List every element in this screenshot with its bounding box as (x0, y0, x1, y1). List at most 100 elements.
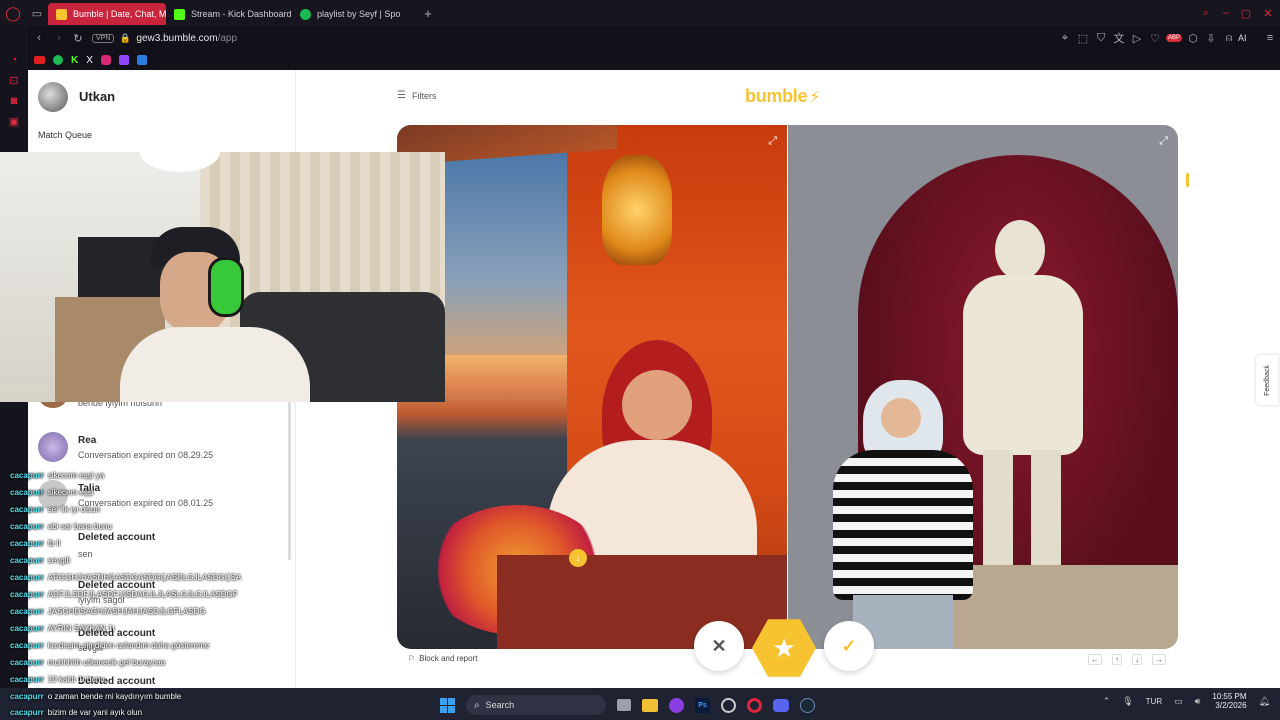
photoshop-icon[interactable]: Ps (695, 697, 710, 713)
volume-icon[interactable]: 🔊︎ (1195, 696, 1201, 707)
tab-bumble[interactable]: Bumble | Date, Chat, Meet (48, 3, 166, 25)
chat-message: cacapurr bizim de var yani ayık olun (10, 708, 143, 717)
down-arrow-key[interactable]: ↓ (1132, 654, 1142, 665)
close-window-icon[interactable]: ✕ (1256, 7, 1280, 20)
minimize-icon[interactable]: – (1216, 7, 1236, 19)
photo-scroll-indicator[interactable] (1186, 173, 1189, 187)
tab-spotify[interactable]: playlist by Seyf | Spo (292, 3, 418, 25)
play-icon[interactable]: ▷ (1128, 32, 1146, 45)
tab-label: playlist by Seyf | Spo (317, 9, 401, 19)
messenger-icon[interactable]: ◙ (11, 95, 18, 107)
like-button[interactable]: ✓ (824, 621, 874, 671)
download-icon[interactable]: ⇩ (1202, 32, 1220, 45)
expand-icon[interactable]: ⤢ (768, 135, 777, 148)
vpn-badge[interactable]: VPN (92, 33, 115, 43)
table (497, 555, 787, 649)
instagram-bookmark-icon[interactable] (100, 55, 111, 65)
pass-button[interactable]: ✕ (694, 621, 744, 671)
feedback-tab[interactable]: Feedback (1256, 355, 1278, 405)
conversation-item[interactable]: Deleted account sen (38, 532, 288, 559)
extensions-icon[interactable]: ⬡ (1184, 32, 1202, 45)
profile-photo-right[interactable]: ⤢ (788, 125, 1178, 649)
right-arrow-key[interactable]: → (1152, 654, 1166, 665)
task-view-icon[interactable] (617, 699, 631, 711)
pin-icon[interactable]: ⌖ (1056, 32, 1074, 45)
file-explorer-icon[interactable] (642, 698, 658, 712)
block-report-link[interactable]: ⚐ Block and report (408, 654, 477, 663)
menu-icon[interactable]: ≡ (1260, 32, 1280, 44)
mail-icon[interactable] (136, 55, 147, 65)
shield-icon[interactable]: ⛉ (1092, 32, 1110, 45)
network-icon[interactable]: ▭ (1174, 696, 1183, 707)
up-arrow-key[interactable]: ↑ (1112, 654, 1122, 665)
left-arrow-key[interactable]: ← (1088, 654, 1102, 665)
chat-message: cacapurr o zaman bende mi kaydırıyım bumb… (10, 692, 182, 701)
steam-icon[interactable] (800, 697, 815, 713)
reload-icon[interactable]: ↻ (68, 32, 88, 45)
match-queue-label: Match Queue (38, 130, 93, 140)
bumble-favicon-icon (56, 8, 67, 20)
obs-icon[interactable] (669, 697, 684, 713)
conversation-item[interactable]: Rea Conversation expired on 08.29.25 (38, 432, 288, 462)
tab-kick[interactable]: Stream - Kick Dashboard (166, 3, 292, 25)
profile-card[interactable]: ⤢ ↓ ⤢ (397, 125, 1178, 649)
bumble-logo[interactable]: bumble ⚡︎ (745, 86, 820, 107)
filters-button[interactable]: ☰ Filters (397, 90, 436, 101)
x-icon[interactable]: X (86, 55, 93, 66)
settings-app-icon[interactable] (721, 697, 736, 713)
chat-message: cacapurr sikecem eşşi ya (10, 471, 105, 480)
adblock-icon[interactable]: ABP (1164, 34, 1184, 42)
maximize-icon[interactable]: ▢ (1236, 7, 1256, 20)
chat-message: cacapurr ser ilk iyi olsun (10, 505, 100, 514)
spotify-favicon-icon (300, 8, 311, 20)
statue (953, 220, 1093, 580)
language-indicator[interactable]: TUR (1146, 697, 1162, 706)
windows-start-icon[interactable] (440, 697, 455, 713)
url-host[interactable]: gew3.bumble.com (136, 33, 217, 44)
tab-label: Bumble | Date, Chat, Meet (73, 9, 166, 19)
aria-icon[interactable]: ◔ (11, 54, 18, 66)
instagram-icon[interactable]: ▣ (9, 115, 19, 128)
chat-message: cacapurr 10 kaldı 1t bunu (10, 675, 105, 684)
lock-icon[interactable]: ⊡ (9, 74, 18, 87)
bolt-icon: ⚡︎ (809, 88, 821, 106)
opera-logo-icon[interactable]: ◯ (0, 5, 26, 22)
tab-menu-icon[interactable]: ▭ (26, 7, 48, 20)
discord-icon[interactable] (773, 698, 789, 712)
expand-icon[interactable]: ⤢ (1159, 135, 1168, 148)
streamer (120, 227, 320, 402)
user-avatar[interactable] (38, 82, 68, 112)
notifications-icon[interactable]: 🔔︎ (1259, 696, 1270, 707)
conversation-name: Deleted account (78, 532, 156, 543)
lantern (602, 155, 672, 265)
spotify-icon[interactable] (53, 55, 63, 65)
ai-button[interactable]: AI (1238, 33, 1260, 43)
kick-icon[interactable]: K (71, 55, 78, 66)
opera-taskbar-icon[interactable] (747, 697, 762, 713)
clock[interactable]: 10:55 PM 3/2/2026 (1212, 692, 1246, 710)
conversation-name: Rea (78, 435, 97, 446)
user-name[interactable]: Utkan (79, 89, 115, 104)
heart-icon[interactable]: ♡ (1146, 32, 1164, 45)
microphone-icon[interactable]: 🎙︎ (1122, 696, 1133, 707)
twitch-icon[interactable] (118, 55, 129, 65)
tab-label: Stream - Kick Dashboard (191, 9, 292, 19)
kick-favicon-icon (174, 8, 185, 20)
search-tabs-icon[interactable]: ⌕ (1196, 7, 1216, 20)
tray-chevron-icon[interactable]: ⌃ (1103, 696, 1111, 707)
profile-photo-left[interactable]: ⤢ ↓ (397, 125, 787, 649)
snapshot-icon[interactable]: ⬚ (1074, 32, 1092, 45)
translate-icon[interactable]: 文 (1110, 30, 1128, 46)
youtube-icon[interactable] (34, 56, 45, 64)
new-tab-icon[interactable]: + (418, 6, 438, 21)
url-path[interactable]: /app (218, 33, 237, 44)
sidebar-scrollbar[interactable] (288, 390, 291, 560)
forward-icon[interactable]: › (50, 32, 68, 44)
chat-message: cacapurr ADFJLSDFJLASDFJJSDAGJLJLASLGJLGJ… (10, 590, 238, 599)
back-icon[interactable]: ‹ (28, 32, 50, 44)
scroll-down-icon[interactable]: ↓ (569, 549, 587, 567)
profile-icon[interactable]: ⍝ (1220, 32, 1238, 45)
browser-tab-bar: ◯ ▭ Bumble | Date, Chat, Meet Stream - K… (0, 0, 1280, 26)
taskbar-search[interactable]: ⌕ Search (466, 695, 606, 715)
chat-message: cacapurr ARGGHJHASDHGASDGASDGÇASDLGJLASDG… (10, 573, 242, 582)
